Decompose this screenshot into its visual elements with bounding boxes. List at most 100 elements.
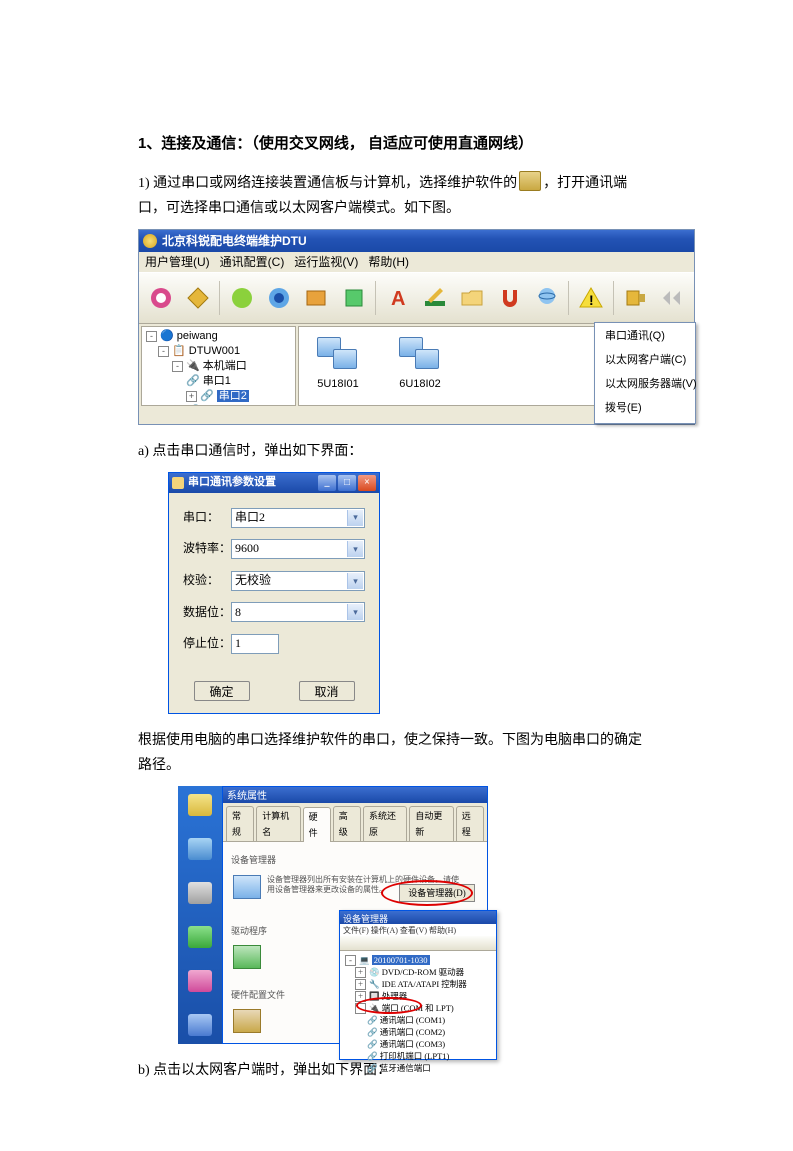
- device-manager-screenshot: 系统属性 常规 计算机名 硬件 高级 系统还原 自动更新 远程 设备管理器 设备…: [178, 786, 488, 1044]
- tree-pane: -🔵 peiwang -📋 DTUW001 -🔌 本机端口 🔗 串口1 +🔗 串…: [141, 326, 296, 406]
- titlebar: 北京科锐配电终端维护DTU: [139, 230, 694, 252]
- maximize-button[interactable]: □: [338, 475, 356, 491]
- toolbar-btn-edit[interactable]: [419, 282, 450, 314]
- comm-port-icon: [519, 171, 541, 191]
- section-heading: 1、连接及通信：（使用交叉网线， 自适应可使用直通网线）: [138, 130, 655, 157]
- stop-input[interactable]: 1: [231, 634, 279, 654]
- port-select[interactable]: 串口2▾: [231, 508, 365, 528]
- devtree-com3[interactable]: 通讯端口 (COM3): [380, 1039, 445, 1049]
- devtree-ide[interactable]: IDE ATA/ATAPI 控制器: [382, 979, 467, 989]
- tree-dtu[interactable]: DTUW001: [189, 345, 240, 357]
- tab-remote[interactable]: 远程: [456, 806, 484, 841]
- svg-text:A: A: [391, 288, 405, 310]
- toolbar: A !: [139, 272, 694, 324]
- devtree-dvd[interactable]: DVD/CD-ROM 驱动器: [382, 967, 464, 977]
- data-label: 数据位：: [183, 602, 231, 624]
- tree-com2-selected[interactable]: 串口2: [217, 390, 249, 402]
- toolbar-btn-4[interactable]: [264, 282, 295, 314]
- data-select[interactable]: 8▾: [231, 602, 365, 622]
- toolbar-separator: [568, 281, 569, 315]
- system-properties-window: 系统属性 常规 计算机名 硬件 高级 系统还原 自动更新 远程 设备管理器 设备…: [222, 786, 488, 1044]
- toolbar-btn-5[interactable]: [301, 282, 332, 314]
- sysprops-title: 系统属性: [223, 787, 487, 803]
- tab-general[interactable]: 常规: [226, 806, 254, 841]
- toolbar-separator: [375, 281, 376, 315]
- toolbar-btn-last[interactable]: [657, 282, 688, 314]
- ok-button[interactable]: 确定: [194, 681, 250, 701]
- desktop-icon-network[interactable]: [188, 838, 212, 860]
- devtree-lpt1[interactable]: 打印机端口 (LPT1): [380, 1051, 450, 1061]
- close-button[interactable]: ×: [358, 475, 376, 491]
- tree-local[interactable]: 本机端口: [203, 360, 247, 372]
- desktop-icon-app3[interactable]: [188, 1014, 212, 1036]
- baud-select[interactable]: 9600▾: [231, 539, 365, 559]
- toolbar-btn-6[interactable]: [338, 282, 369, 314]
- toolbar-btn-globe[interactable]: [531, 282, 562, 314]
- sysprops-body: 设备管理器 设备管理器列出所有安装在计算机上的硬件设备。请使用设备管理器来更改设…: [223, 842, 487, 1043]
- device-1-label: 5U18I01: [317, 375, 359, 395]
- parity-label: 校验：: [183, 570, 231, 592]
- cancel-button[interactable]: 取消: [299, 681, 355, 701]
- serial-params-dialog: 串口通讯参数设置 _ □ × 串口： 串口2▾ 波特率： 9600▾ 校验： 无…: [168, 472, 380, 714]
- profile-icon: [233, 1009, 261, 1033]
- port-label: 串口：: [183, 507, 231, 529]
- toolbar-btn-port[interactable]: [620, 282, 651, 314]
- menu-help[interactable]: 帮助(H): [368, 252, 409, 274]
- para1-text-a: 1) 通过串口或网络连接装置通信板与计算机，选择维护软件的: [138, 176, 517, 191]
- device-2[interactable]: 6U18I02: [399, 337, 441, 395]
- desktop-icon-app1[interactable]: [188, 926, 212, 948]
- menu-item-eth-server[interactable]: 以太网服务器端(V): [595, 373, 695, 397]
- toolbar-btn-font[interactable]: A: [382, 282, 413, 314]
- stop-label: 停止位：: [183, 633, 231, 655]
- tree-com3[interactable]: 串口3: [203, 405, 231, 406]
- toolbar-btn-warn[interactable]: !: [575, 282, 606, 314]
- devmgr-menubar: 文件(F) 操作(A) 查看(V) 帮助(H): [340, 924, 496, 936]
- desktop-strip: [178, 786, 222, 1044]
- device-1[interactable]: 5U18I01: [317, 337, 359, 395]
- dialog-icon: [172, 477, 184, 489]
- tab-advanced[interactable]: 高级: [333, 806, 361, 841]
- toolbar-btn-2[interactable]: [182, 282, 213, 314]
- tree-com1[interactable]: 串口1: [203, 375, 231, 387]
- desktop-icon-app2[interactable]: [188, 970, 212, 992]
- menu-item-eth-client[interactable]: 以太网客户端(C): [595, 349, 695, 373]
- toolbar-btn-3[interactable]: [226, 282, 257, 314]
- app-icon: [143, 234, 157, 248]
- paragraph-2: a) 点击串口通信时，弹出如下界面：: [138, 439, 655, 464]
- app-title: 北京科锐配电终端维护DTU: [162, 231, 307, 253]
- parity-select[interactable]: 无校验▾: [231, 571, 365, 591]
- devtree-root[interactable]: 20100701-1030: [372, 955, 430, 965]
- device-manager-window: 设备管理器 文件(F) 操作(A) 查看(V) 帮助(H) -💻 2010070…: [339, 910, 497, 1060]
- svg-text:!: !: [589, 292, 594, 308]
- tree-root[interactable]: peiwang: [177, 330, 218, 342]
- paragraph-1: 1) 通过串口或网络连接装置通信板与计算机，选择维护软件的，打开通讯端口，可选择…: [138, 171, 655, 221]
- toolbar-btn-folder[interactable]: [457, 282, 488, 314]
- desktop-icon-recycle[interactable]: [188, 882, 212, 904]
- devtree-com2[interactable]: 通讯端口 (COM2): [380, 1027, 445, 1037]
- devmgr-title: 设备管理器: [340, 911, 496, 924]
- dialog-titlebar: 串口通讯参数设置 _ □ ×: [169, 473, 379, 493]
- tab-hardware[interactable]: 硬件: [303, 807, 331, 842]
- devtree-bt[interactable]: 蓝牙通信端口: [380, 1063, 431, 1073]
- driver-icon: [233, 945, 261, 969]
- device-2-label: 6U18I02: [399, 375, 441, 395]
- devtree-com1[interactable]: 通讯端口 (COM1): [380, 1015, 445, 1025]
- menu-comm[interactable]: 通讯配置(C): [220, 252, 285, 274]
- desktop-icon-mycomputer[interactable]: [188, 794, 212, 816]
- tab-restore[interactable]: 系统还原: [363, 806, 407, 841]
- toolbar-btn-magnet[interactable]: [494, 282, 525, 314]
- minimize-button[interactable]: _: [318, 475, 336, 491]
- menubar: 用户管理(U) 通讯配置(C) 运行监视(V) 帮助(H): [139, 252, 694, 272]
- toolbar-separator: [219, 281, 220, 315]
- menu-monitor[interactable]: 运行监视(V): [294, 252, 358, 274]
- menu-user[interactable]: 用户管理(U): [145, 252, 210, 274]
- menu-item-dial[interactable]: 拨号(E): [595, 397, 695, 421]
- dialog-title: 串口通讯参数设置: [184, 473, 316, 493]
- tab-update[interactable]: 自动更新: [409, 806, 453, 841]
- devmgr-tree: -💻 20100701-1030 +💿 DVD/CD-ROM 驱动器 +🔧 ID…: [340, 951, 496, 1077]
- port-dropdown-menu: 串口通讯(Q) 以太网客户端(C) 以太网服务器端(V) 拨号(E): [594, 322, 696, 423]
- devmgr-icon: [233, 875, 261, 899]
- tab-name[interactable]: 计算机名: [256, 806, 300, 841]
- toolbar-btn-1[interactable]: [145, 282, 176, 314]
- menu-item-serial[interactable]: 串口通讯(Q): [595, 325, 695, 349]
